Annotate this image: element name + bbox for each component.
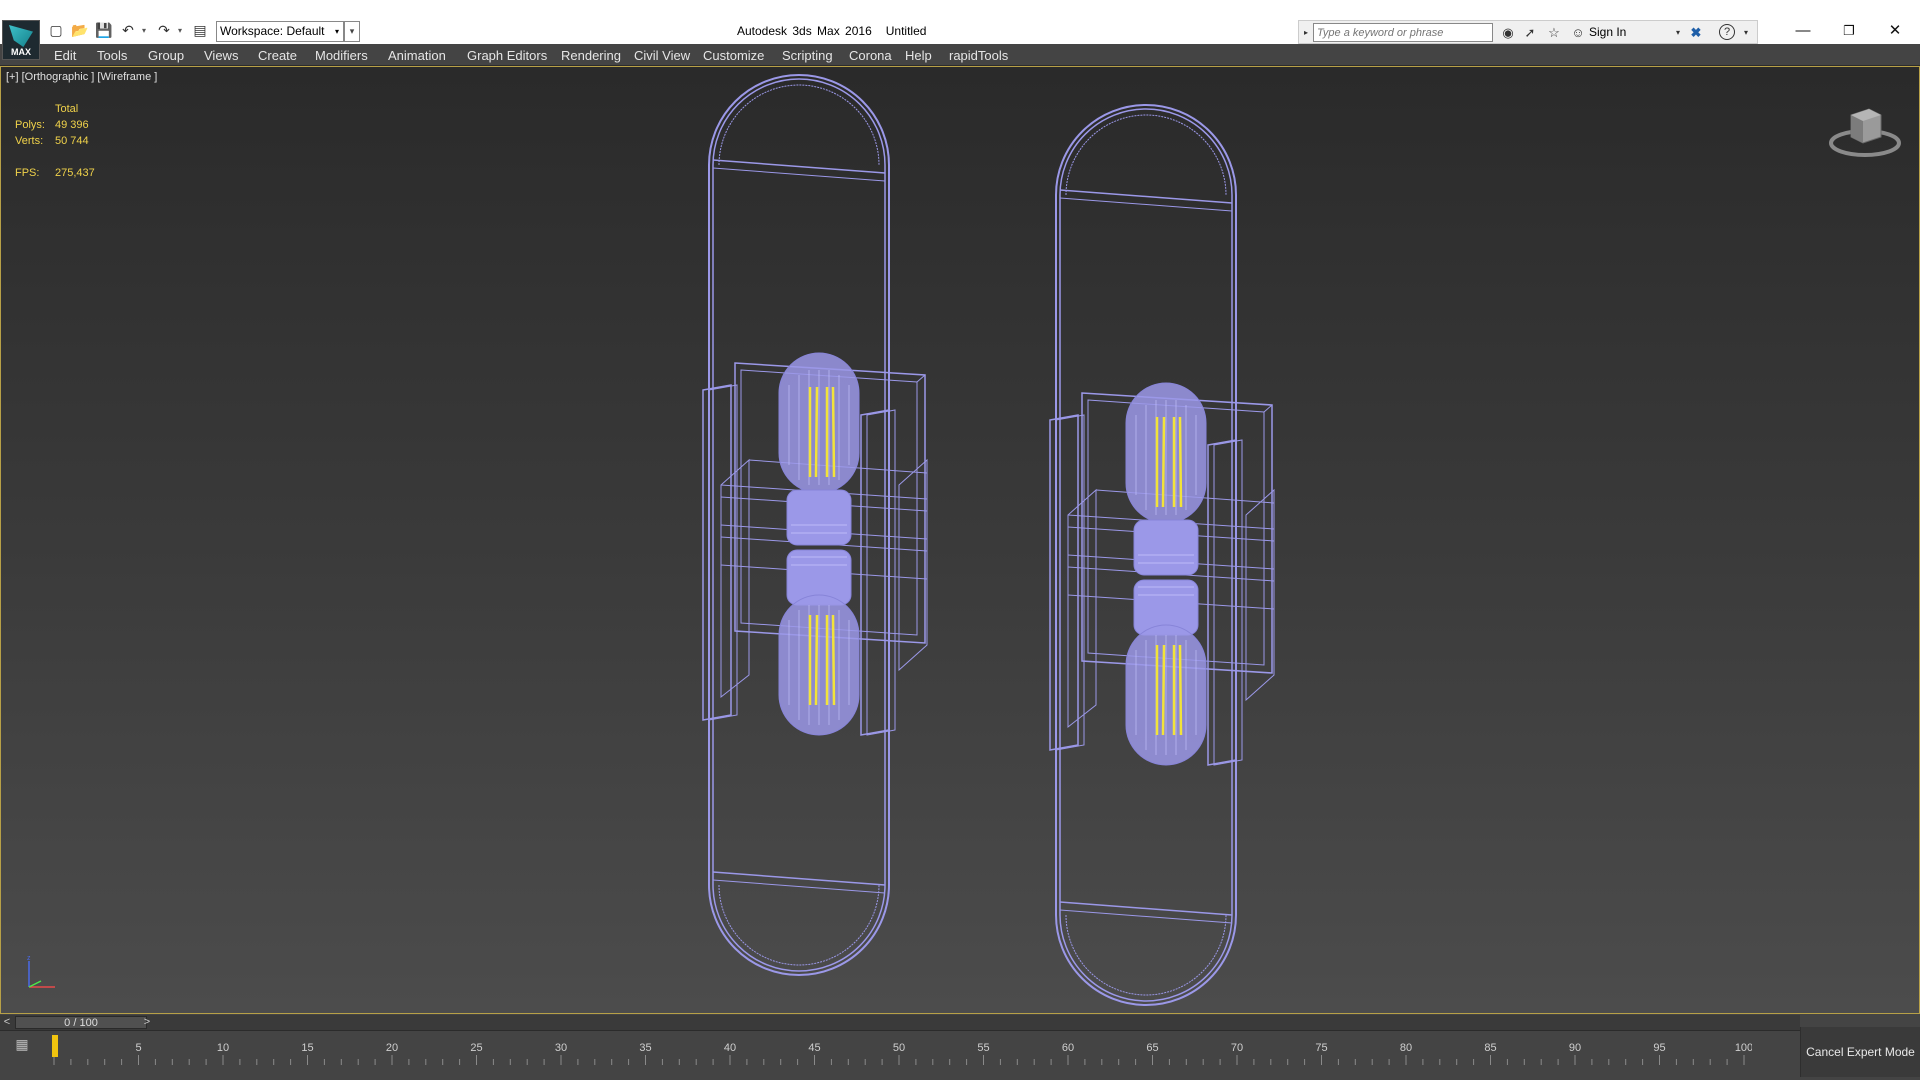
redo-icon[interactable]: ↷ [154, 20, 174, 40]
restore-icon[interactable]: ❐ [1826, 18, 1872, 44]
search-input[interactable] [1313, 23, 1493, 42]
new-file-icon[interactable]: ▢ [46, 20, 66, 40]
menu-bar: Edit Tools Group Views Create Modifiers … [0, 44, 1920, 66]
axis-tripod-icon: z [27, 955, 55, 988]
user-icon[interactable]: ☺ [1569, 24, 1587, 42]
menu-scripting[interactable]: Scripting [782, 48, 833, 63]
undo-icon[interactable]: ↶ [118, 20, 138, 40]
help-dropdown-icon[interactable]: ▾ [1737, 24, 1755, 42]
cancel-expert-mode-button[interactable]: Cancel Expert Mode [1800, 1027, 1920, 1077]
timeline-tick-label: 5 [135, 1042, 141, 1054]
quick-access-toolbar: ▢ 📂 💾 ↶ ▾ ↷ ▾ ▤ [46, 20, 210, 40]
time-slider[interactable]: < 0 / 100 > [0, 1015, 1800, 1031]
title-bar: ▢ 📂 💾 ↶ ▾ ↷ ▾ ▤ Workspace: Default ▾ ▾ A… [0, 0, 1920, 44]
save-icon[interactable]: 💾 [94, 20, 114, 40]
timeline-tick-label: 90 [1569, 1042, 1581, 1054]
timeline-tick-label: 95 [1653, 1042, 1665, 1054]
menu-rapidtools[interactable]: rapidTools [949, 48, 1008, 63]
time-slider-value: 0 / 100 [64, 1017, 98, 1029]
time-slider-thumb[interactable]: 0 / 100 [15, 1016, 147, 1029]
menu-graph-editors[interactable]: Graph Editors [467, 48, 547, 63]
viewport-orthographic[interactable]: [+] [Orthographic ] [Wireframe ] Total P… [0, 66, 1920, 1014]
timeline-tick-label: 55 [977, 1042, 989, 1054]
timeline-tick-label: 85 [1484, 1042, 1496, 1054]
menu-animation[interactable]: Animation [388, 48, 446, 63]
timeline-tick-label: 25 [470, 1042, 482, 1054]
menu-help[interactable]: Help [905, 48, 932, 63]
prev-frame-button[interactable]: < [0, 1015, 14, 1030]
svg-text:z: z [27, 955, 31, 962]
redo-dropdown-icon[interactable]: ▾ [178, 26, 186, 35]
app-title: Autodesk 3ds Max 2016 [737, 24, 872, 38]
timeline-tick-label: 30 [555, 1042, 567, 1054]
binoculars-icon[interactable]: ◉ [1499, 24, 1517, 42]
wireframe-scene [701, 73, 1276, 1007]
viewcube-icon[interactable] [1827, 101, 1903, 161]
document-title: Untitled [885, 24, 927, 38]
menu-group[interactable]: Group [148, 48, 184, 63]
menu-edit[interactable]: Edit [54, 48, 76, 63]
project-folder-icon[interactable]: ▤ [190, 20, 210, 40]
window-title: Autodesk 3ds Max 2016 Untitled [737, 24, 926, 38]
menu-customize[interactable]: Customize [703, 48, 764, 63]
exchange-icon[interactable]: ➚ [1521, 24, 1539, 42]
minimize-icon[interactable]: — [1780, 18, 1826, 44]
menu-rendering[interactable]: Rendering [561, 48, 621, 63]
workspace-label: Workspace: Default [220, 24, 325, 38]
workspace-selector[interactable]: Workspace: Default ▾ [216, 21, 344, 42]
3dsmax-logo-icon [9, 25, 33, 47]
menu-modifiers[interactable]: Modifiers [315, 48, 368, 63]
menu-tools[interactable]: Tools [97, 48, 127, 63]
timeline-tick-label: 70 [1231, 1042, 1243, 1054]
x-exchange-icon[interactable]: ✖ [1687, 24, 1705, 42]
help-icon[interactable]: ? [1719, 24, 1735, 40]
timeline-tick-label: 35 [639, 1042, 651, 1054]
menu-corona[interactable]: Corona [849, 48, 892, 63]
infocenter-bar: ▸ ◉ ➚ ☆ ☺ Sign In ▾ ✖ ? ▾ [1298, 20, 1758, 44]
sign-in-dropdown-icon[interactable]: ▾ [1669, 24, 1687, 42]
timeline-tick-label: 65 [1146, 1042, 1158, 1054]
open-file-icon[interactable]: 📂 [70, 20, 90, 40]
timeline-panel: < 0 / 100 > ▦ 05101520253035404550556065… [0, 1015, 1920, 1080]
timeline-tick-label: 80 [1400, 1042, 1412, 1054]
timeline-tick-label: 20 [386, 1042, 398, 1054]
timeline-tick-label: 10 [217, 1042, 229, 1054]
timeline-tick-label: 60 [1062, 1042, 1074, 1054]
wall-lamp-right[interactable] [1048, 103, 1276, 1007]
favorites-star-icon[interactable]: ☆ [1545, 24, 1563, 42]
timeline-track[interactable]: 0510152025303540455055606570758085909510… [52, 1035, 1752, 1075]
timeline-tick-label: 45 [808, 1042, 820, 1054]
menu-create[interactable]: Create [258, 48, 297, 63]
app-logo-label: MAX [11, 47, 31, 57]
chevron-down-icon: ▾ [334, 27, 339, 36]
current-frame-marker[interactable] [52, 1035, 58, 1057]
wall-lamp-left[interactable] [701, 73, 929, 977]
timeline-tick-label: 75 [1315, 1042, 1327, 1054]
curve-editor-toggle-icon[interactable]: ▦ [10, 1036, 34, 1056]
timeline-tick-label: 40 [724, 1042, 736, 1054]
application-button[interactable]: MAX [2, 20, 40, 60]
next-frame-button[interactable]: > [140, 1015, 154, 1030]
menu-views[interactable]: Views [204, 48, 238, 63]
close-icon[interactable]: ✕ [1872, 18, 1918, 44]
timeline-tick-label: 50 [893, 1042, 905, 1054]
undo-dropdown-icon[interactable]: ▾ [142, 26, 150, 35]
timeline-tick-label: 15 [301, 1042, 313, 1054]
menu-civil-view[interactable]: Civil View [634, 48, 690, 63]
customize-qat-icon[interactable]: ▾ [344, 21, 360, 42]
sign-in-button[interactable]: Sign In [1589, 25, 1626, 39]
timeline-tick-label: 100 [1735, 1042, 1752, 1054]
